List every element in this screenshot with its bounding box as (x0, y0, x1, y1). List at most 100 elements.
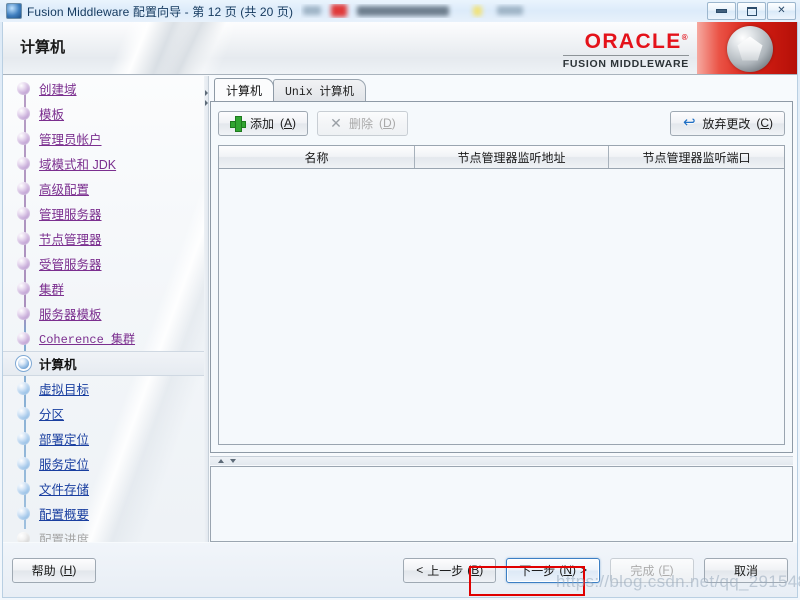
cancel-button[interactable]: 取消 (704, 557, 788, 583)
step-status-icon (17, 207, 30, 220)
cancel-button-label: 取消 (733, 563, 758, 578)
step-status-icon (17, 407, 30, 420)
next-button-accel: N (563, 563, 572, 577)
back-button-label: 上一步 (427, 563, 464, 578)
sidebar-item-10[interactable]: 服务器模板 (3, 301, 204, 326)
finish-button-accel: F (662, 563, 670, 577)
step-status-icon (17, 457, 30, 470)
content-area: 计算机 Unix 计算机 添加 (A) ✕ 删除 (D) ↩ 放弃更改 (C) … (204, 76, 797, 542)
add-button-accel: A (284, 116, 293, 130)
tab-panel-machines: 添加 (A) ✕ 删除 (D) ↩ 放弃更改 (C) 名称 节点管理器监听地址 … (210, 101, 793, 453)
sidebar-item-label: 服务定位 (39, 458, 90, 472)
tab-2[interactable]: Unix 计算机 (273, 79, 367, 101)
tab-label: Unix 计算机 (285, 85, 355, 99)
maximize-button[interactable] (737, 2, 766, 20)
sidebar-item-label: 虚拟目标 (39, 383, 90, 397)
back-button[interactable]: < 上一步 (B) (403, 557, 497, 583)
brand-rule (562, 55, 689, 56)
sidebar-item-1[interactable]: 创建域 (3, 76, 204, 101)
sidebar-item-4[interactable]: 域模式和 JDK (3, 151, 204, 176)
sidebar-item-13[interactable]: 虚拟目标 (3, 376, 204, 401)
step-status-icon (17, 157, 30, 170)
step-status-icon (18, 358, 29, 369)
sidebar-item-label: 集群 (39, 283, 65, 297)
minimize-button[interactable] (707, 2, 736, 20)
add-button-label: 添加 (250, 116, 275, 131)
column-header-2[interactable]: 节点管理器监听地址 (415, 146, 609, 168)
sidebar-item-label: 配置概要 (39, 508, 90, 522)
collapse-up-icon (218, 459, 224, 463)
discard-changes-button[interactable]: ↩ 放弃更改 (C) (670, 110, 785, 136)
oracle-branding: ORACLE® FUSION MIDDLEWARE (549, 22, 797, 74)
step-status-icon (17, 432, 30, 445)
undo-icon: ↩ (683, 114, 696, 131)
step-status-icon (17, 107, 30, 120)
delete-button-accel: D (383, 116, 392, 130)
x-icon: ✕ (330, 115, 342, 131)
sidebar-item-label: Coherence 集群 (39, 333, 136, 347)
message-panel (210, 466, 793, 542)
finish-button[interactable]: 完成 (F) (610, 557, 694, 583)
page-title: 计算机 (20, 39, 66, 56)
titlebar-blurred-region (301, 4, 698, 18)
discard-button-label: 放弃更改 (702, 116, 751, 131)
step-status-icon (17, 332, 30, 345)
sidebar-item-label: 受管服务器 (39, 258, 102, 272)
tab-label: 计算机 (226, 83, 263, 98)
delete-button[interactable]: ✕ 删除 (D) (317, 110, 408, 136)
sidebar-item-12[interactable]: 计算机 (3, 351, 204, 376)
table-body[interactable] (219, 169, 784, 444)
sidebar-item-label: 模板 (39, 108, 65, 122)
sidebar-item-17[interactable]: 文件存储 (3, 476, 204, 501)
step-status-icon (17, 382, 30, 395)
step-status-icon (17, 132, 30, 145)
sidebar-item-label: 计算机 (39, 358, 77, 372)
sidebar-item-label: 文件存储 (39, 483, 90, 497)
sidebar-item-7[interactable]: 节点管理器 (3, 226, 204, 251)
finish-button-label: 完成 (630, 563, 655, 578)
pentagon-icon (737, 36, 763, 61)
help-button[interactable]: 帮助 (H) (12, 557, 96, 583)
sidebar-item-5[interactable]: 高级配置 (3, 176, 204, 201)
brand-subtitle: FUSION MIDDLEWARE (562, 58, 689, 70)
table-header-row: 名称 节点管理器监听地址 节点管理器监听端口 (219, 146, 784, 169)
oracle-wordmark: ORACLE® (584, 30, 689, 53)
sidebar-item-14[interactable]: 分区 (3, 401, 204, 426)
step-status-icon (17, 507, 30, 520)
horizontal-splitter[interactable] (210, 456, 793, 465)
vertical-splitter[interactable] (204, 76, 209, 542)
branding-header: 计算机 ORACLE® FUSION MIDDLEWARE (3, 22, 797, 75)
machines-panel: 计算机 Unix 计算机 添加 (A) ✕ 删除 (D) ↩ 放弃更改 (C) … (210, 78, 793, 453)
sidebar-item-label: 配置进度 (39, 533, 90, 542)
sidebar-item-6[interactable]: 管理服务器 (3, 201, 204, 226)
sidebar-item-8[interactable]: 受管服务器 (3, 251, 204, 276)
next-button[interactable]: 下一步 (N) > (506, 557, 600, 583)
main-area: 创建域模板管理员帐户域模式和 JDK 高级配置 管理服务器 节点管理器受管服务器集群服… (3, 76, 797, 542)
back-button-accel: B (471, 563, 480, 577)
plus-icon (230, 116, 246, 132)
sidebar-item-label: 创建域 (39, 83, 77, 97)
sidebar-item-18[interactable]: 配置概要 (3, 501, 204, 526)
window-title: Fusion Middleware 配置向导 - 第 12 页 (共 20 页) (27, 4, 294, 19)
step-status-icon (17, 532, 30, 542)
sidebar-item-11[interactable]: Coherence 集群 (3, 326, 204, 351)
tab-bar: 计算机 Unix 计算机 (210, 78, 793, 101)
sidebar-item-3[interactable]: 管理员帐户 (3, 126, 204, 151)
wizard-step-list: 创建域模板管理员帐户域模式和 JDK 高级配置 管理服务器 节点管理器受管服务器集群服… (3, 76, 204, 542)
collapse-down-icon (230, 459, 236, 463)
sidebar-item-16[interactable]: 服务定位 (3, 451, 204, 476)
tab-1[interactable]: 计算机 (214, 78, 275, 101)
add-button[interactable]: 添加 (A) (218, 110, 309, 136)
column-header-1[interactable]: 名称 (219, 146, 415, 168)
help-button-label: 帮助 (31, 563, 56, 578)
step-status-icon (17, 307, 30, 320)
sidebar-item-label: 域模式和 JDK (39, 158, 117, 172)
wizard-step-sidebar: 创建域模板管理员帐户域模式和 JDK 高级配置 管理服务器 节点管理器受管服务器集群服… (3, 76, 204, 542)
close-icon[interactable]: ✕ (767, 2, 796, 20)
sidebar-item-15[interactable]: 部署定位 (3, 426, 204, 451)
step-status-icon (17, 232, 30, 245)
sidebar-item-2[interactable]: 模板 (3, 101, 204, 126)
column-header-3[interactable]: 节点管理器监听端口 (609, 146, 784, 168)
sidebar-item-9[interactable]: 集群 (3, 276, 204, 301)
window-body: 计算机 ORACLE® FUSION MIDDLEWARE 创建域模板管理员帐户… (2, 22, 798, 598)
